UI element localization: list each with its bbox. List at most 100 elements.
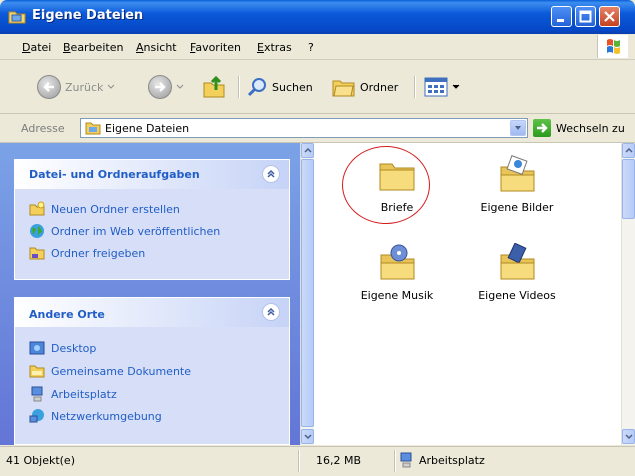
minimize-button[interactable] bbox=[551, 6, 572, 27]
search-icon bbox=[247, 78, 266, 97]
desktop-icon bbox=[29, 341, 45, 355]
menu-favoriten[interactable]: Favoriten bbox=[190, 41, 241, 54]
chevron-down-icon bbox=[304, 434, 312, 440]
place-label: Gemeinsame Dokumente bbox=[51, 364, 191, 378]
file-name: Eigene Bilder bbox=[480, 201, 554, 214]
scroll-up-button[interactable] bbox=[301, 143, 314, 158]
forward-button[interactable] bbox=[148, 73, 184, 101]
windows-logo-icon bbox=[597, 35, 628, 58]
file-folder-tasks-title: Datei- und Ordneraufgaben bbox=[29, 168, 200, 181]
task-label: Ordner freigeben bbox=[51, 246, 146, 260]
address-field[interactable]: Eigene Dateien bbox=[80, 118, 528, 138]
file-name: Eigene Musik bbox=[360, 289, 434, 302]
menu-datei[interactable]: Datei bbox=[22, 41, 51, 54]
go-arrow-icon bbox=[533, 119, 551, 137]
collapse-button[interactable] bbox=[262, 165, 280, 183]
chevron-down-icon bbox=[176, 84, 184, 89]
chevron-down-icon bbox=[625, 434, 633, 440]
address-value: Eigene Dateien bbox=[105, 122, 190, 135]
chevron-down-icon bbox=[108, 84, 115, 89]
highlight-circle bbox=[342, 146, 430, 224]
place-desktop[interactable]: Desktop bbox=[29, 340, 96, 356]
other-places-header[interactable]: Andere Orte bbox=[15, 298, 289, 327]
network-icon bbox=[29, 409, 44, 423]
views-button[interactable] bbox=[424, 73, 460, 101]
task-label: Neuen Ordner erstellen bbox=[51, 202, 180, 216]
chevron-up-icon bbox=[625, 147, 633, 153]
toolbar: Zurück Suchen Ordner bbox=[0, 60, 635, 114]
go-button[interactable]: Wechseln zu bbox=[533, 119, 625, 137]
file-folder-tasks-group: Datei- und Ordneraufgaben Neuen Ordner e… bbox=[14, 159, 290, 280]
explorer-window: Eigene Dateien Datei Bearbeiten Ansicht … bbox=[0, 0, 635, 476]
place-shared-documents[interactable]: Gemeinsame Dokumente bbox=[29, 363, 191, 379]
place-network[interactable]: Netzwerkumgebung bbox=[29, 408, 162, 424]
close-button[interactable] bbox=[599, 6, 620, 27]
maximize-icon bbox=[579, 10, 592, 23]
other-places-group: Andere Orte Desktop Gemeinsame Dokumente bbox=[14, 297, 290, 445]
task-publish-web[interactable]: Ordner im Web veröffentlichen bbox=[29, 223, 220, 239]
menu-ansicht[interactable]: Ansicht bbox=[136, 41, 177, 54]
toolbar-separator bbox=[238, 76, 240, 98]
toolbar-separator bbox=[414, 76, 416, 98]
close-icon bbox=[604, 11, 615, 22]
globe-icon bbox=[30, 224, 44, 238]
task-share-folder[interactable]: Ordner freigeben bbox=[29, 245, 145, 261]
place-my-computer[interactable]: Arbeitsplatz bbox=[29, 386, 117, 402]
new-folder-icon bbox=[29, 201, 45, 216]
status-bar: 41 Objekt(e) 16,2 MB Arbeitsplatz bbox=[0, 446, 635, 476]
file-name: Eigene Videos bbox=[478, 289, 556, 302]
folder-icon bbox=[85, 122, 101, 135]
videos-folder-icon bbox=[497, 242, 537, 283]
chevron-down-icon bbox=[452, 84, 460, 89]
views-icon bbox=[424, 77, 448, 97]
chevron-up-icon bbox=[267, 307, 275, 316]
file-item-eigene-videos[interactable]: Eigene Videos bbox=[462, 242, 572, 302]
status-size: 16,2 MB bbox=[316, 454, 362, 467]
other-places-title: Andere Orte bbox=[29, 308, 105, 321]
scroll-thumb[interactable] bbox=[622, 159, 635, 219]
computer-icon bbox=[31, 386, 43, 402]
music-folder-icon bbox=[377, 243, 417, 283]
back-label: Zurück bbox=[65, 80, 104, 94]
file-folder-tasks-header[interactable]: Datei- und Ordneraufgaben bbox=[15, 160, 289, 189]
address-dropdown-button[interactable] bbox=[510, 120, 526, 136]
scroll-down-button[interactable] bbox=[622, 429, 635, 444]
forward-arrow-icon bbox=[148, 75, 172, 99]
menu-extras[interactable]: Extras bbox=[257, 41, 292, 54]
chevron-up-icon bbox=[267, 169, 275, 178]
back-button[interactable]: Zurück bbox=[37, 73, 115, 101]
share-folder-icon bbox=[29, 247, 45, 260]
task-new-folder[interactable]: Neuen Ordner erstellen bbox=[29, 201, 180, 217]
file-item-eigene-bilder[interactable]: Eigene Bilder bbox=[462, 155, 572, 214]
place-label: Desktop bbox=[51, 341, 97, 355]
task-pane-scrollbar[interactable] bbox=[300, 143, 314, 445]
menu-bar: Datei Bearbeiten Ansicht Favoriten Extra… bbox=[0, 34, 635, 60]
place-label: Netzwerkumgebung bbox=[51, 409, 162, 423]
folders-icon bbox=[332, 80, 355, 97]
status-object-count: 41 Objekt(e) bbox=[6, 454, 75, 467]
window-title: Eigene Dateien bbox=[32, 8, 144, 23]
menu-bearbeiten[interactable]: Bearbeiten bbox=[63, 41, 123, 54]
menu-help[interactable]: ? bbox=[308, 41, 314, 54]
maximize-button[interactable] bbox=[575, 6, 596, 27]
folders-button[interactable]: Ordner bbox=[332, 73, 398, 101]
title-bar[interactable]: Eigene Dateien bbox=[0, 0, 635, 34]
task-pane: Datei- und Ordneraufgaben Neuen Ordner e… bbox=[0, 143, 300, 445]
scroll-up-button[interactable] bbox=[622, 143, 635, 158]
task-label: Ordner im Web veröffentlichen bbox=[51, 224, 221, 238]
pictures-folder-icon bbox=[497, 155, 537, 195]
address-bar: Adresse Eigene Dateien Wechseln zu bbox=[0, 114, 635, 143]
scroll-thumb[interactable] bbox=[301, 159, 314, 427]
folder-up-icon bbox=[203, 75, 225, 98]
file-item-eigene-musik[interactable]: Eigene Musik bbox=[342, 243, 452, 302]
place-label: Arbeitsplatz bbox=[51, 387, 117, 401]
status-separator bbox=[394, 450, 396, 472]
up-folder-button[interactable] bbox=[202, 73, 226, 101]
search-label: Suchen bbox=[272, 80, 313, 94]
search-button[interactable]: Suchen bbox=[246, 73, 313, 101]
file-view-scrollbar[interactable] bbox=[621, 143, 635, 445]
collapse-button[interactable] bbox=[262, 303, 280, 321]
folders-label: Ordner bbox=[360, 80, 399, 94]
chevron-down-icon bbox=[515, 126, 521, 130]
scroll-down-button[interactable] bbox=[301, 429, 314, 444]
